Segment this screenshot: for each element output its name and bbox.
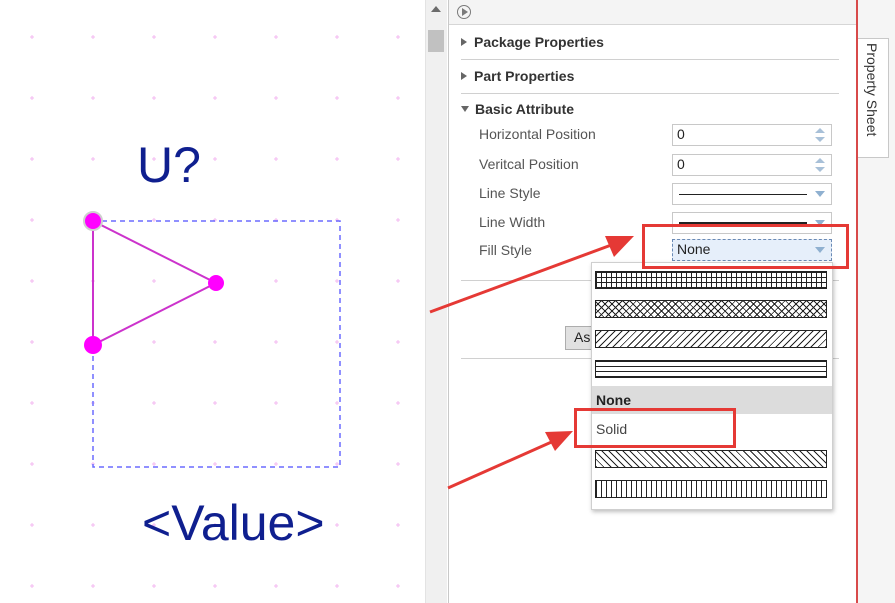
spin-down-icon[interactable] (815, 137, 825, 142)
section-part-properties[interactable]: Part Properties (461, 68, 574, 84)
vertical-position-label: Veritcal Position (479, 156, 579, 172)
tab-property-sheet[interactable]: Property Sheet (858, 38, 889, 158)
fill-option-horizontal[interactable] (595, 360, 827, 378)
horizontal-position-label: Horizontal Position (479, 126, 596, 142)
vertex-handle (208, 275, 224, 291)
vertex-handle (83, 211, 103, 231)
fill-option-forward-diagonal[interactable] (595, 330, 827, 348)
highlight-box-solid (574, 408, 736, 448)
line-width-label: Line Width (479, 214, 546, 230)
section-basic-attribute[interactable]: Basic Attribute (461, 101, 574, 117)
collapse-icon (461, 106, 469, 112)
side-tab-strip: Property Sheet (856, 0, 895, 603)
fill-option-back-diagonal[interactable] (595, 450, 827, 468)
highlight-box-fill-style (642, 224, 849, 269)
spin-down-icon[interactable] (815, 167, 825, 172)
scroll-up-icon[interactable] (431, 6, 441, 12)
divider (461, 93, 839, 94)
expand-icon (461, 72, 467, 80)
dropdown-arrow-icon[interactable] (815, 191, 825, 197)
schematic-canvas[interactable]: U? <Value> (0, 0, 425, 603)
divider (461, 59, 839, 60)
fill-option-grid[interactable] (595, 271, 827, 289)
line-style-select[interactable] (672, 183, 832, 205)
horizontal-position-input[interactable]: 0 (672, 124, 832, 146)
fill-option-vertical[interactable] (595, 480, 827, 498)
scroll-thumb[interactable] (428, 30, 444, 52)
fill-style-label: Fill Style (479, 242, 532, 258)
play-icon[interactable] (457, 5, 471, 19)
fill-option-crosshatch[interactable] (595, 300, 827, 318)
vertical-position-input[interactable]: 0 (672, 154, 832, 176)
expand-icon (461, 38, 467, 46)
fill-style-dropdown: None Solid (591, 262, 833, 510)
panel-toolbar (449, 0, 857, 25)
vertex-handle (84, 336, 102, 354)
vertical-scrollbar[interactable] (425, 0, 447, 603)
reference-designator[interactable]: U? (137, 136, 201, 194)
section-package-properties[interactable]: Package Properties (461, 34, 604, 50)
line-style-sample (679, 194, 807, 195)
spin-up-icon[interactable] (815, 128, 825, 133)
spin-up-icon[interactable] (815, 158, 825, 163)
value-label[interactable]: <Value> (142, 494, 325, 552)
line-style-label: Line Style (479, 185, 541, 201)
